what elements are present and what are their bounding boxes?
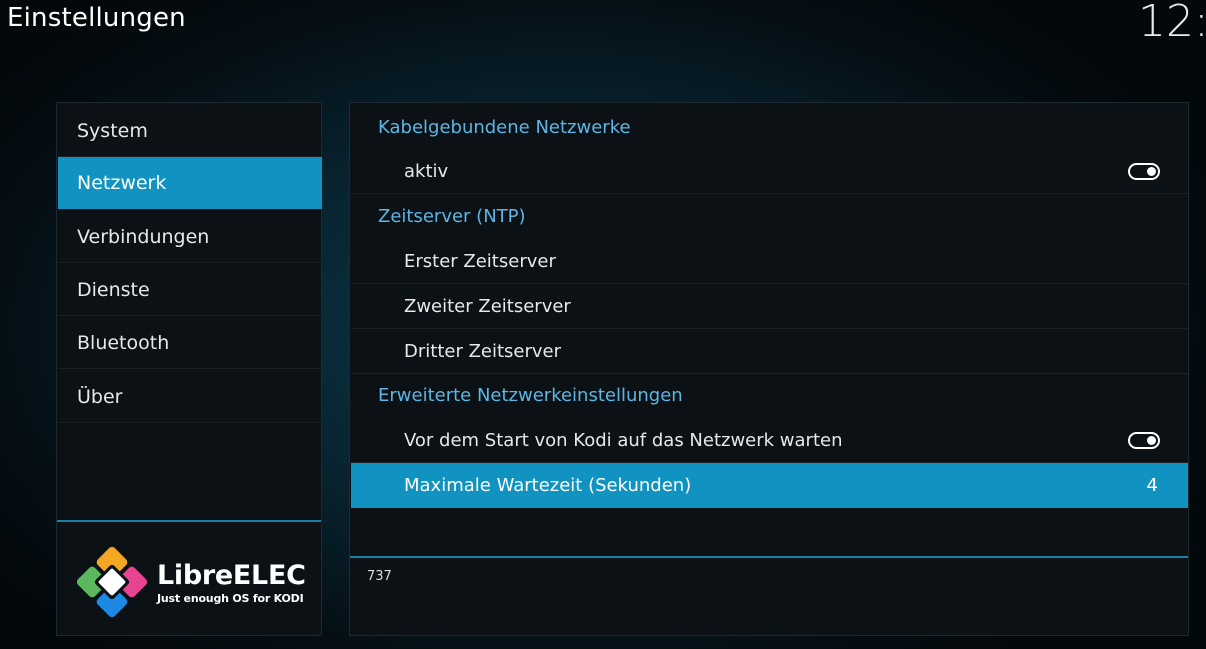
category-ntp: Zeitserver (NTP) — [351, 194, 1188, 239]
category-wired-networks: Kabelgebundene Netzwerke — [351, 105, 1188, 150]
logo-name: LibreELEC — [157, 560, 306, 591]
category-advanced-network: Erweiterte Netzwerkeinstellungen — [351, 373, 1188, 418]
setting-wait-for-network[interactable]: Vor dem Start von Kodi auf das Netzwerk … — [351, 418, 1188, 463]
sidebar-item-label: Über — [77, 386, 123, 408]
toggle-knob — [1147, 167, 1156, 176]
page-title: Einstellungen — [7, 3, 186, 33]
setting-first-timeserver[interactable]: Erster Zeitserver — [351, 239, 1188, 284]
setting-max-wait-time[interactable]: Maximale Wartezeit (Sekunden) 4 — [351, 463, 1188, 508]
category-label: Erweiterte Netzwerkeinstellungen — [378, 385, 683, 406]
description-divider — [350, 556, 1188, 558]
toggle-switch-icon[interactable] — [1128, 432, 1160, 449]
setting-label: Vor dem Start von Kodi auf das Netzwerk … — [404, 430, 843, 451]
sidebar-item-netzwerk[interactable]: Netzwerk — [58, 157, 322, 209]
sidebar-item-dienste[interactable]: Dienste — [58, 264, 322, 316]
setting-third-timeserver[interactable]: Dritter Zeitserver — [351, 329, 1188, 374]
sidebar-item-bluetooth[interactable]: Bluetooth — [58, 317, 322, 369]
toggle-switch-icon[interactable] — [1128, 163, 1160, 180]
sidebar-item-label: Netzwerk — [77, 172, 167, 194]
category-label: Kabelgebundene Netzwerke — [378, 117, 631, 138]
libreelec-logo-icon — [77, 547, 147, 617]
settings-panel: Kabelgebundene Netzwerke aktiv Zeitserve… — [349, 102, 1189, 636]
logo-text: LibreELEC Just enough OS for KODI — [157, 561, 306, 607]
setting-label: aktiv — [404, 161, 449, 182]
setting-aktiv[interactable]: aktiv — [351, 149, 1188, 194]
setting-label: Dritter Zeitserver — [404, 341, 562, 362]
sidebar-item-label: Verbindungen — [77, 226, 210, 248]
setting-label: Zweiter Zeitserver — [404, 296, 571, 317]
sidebar-item-label: Bluetooth — [77, 332, 170, 354]
logo-tagline: Just enough OS for KODI — [157, 592, 304, 605]
sidebar-item-label: Dienste — [77, 279, 150, 301]
sidebar-item-system[interactable]: System — [58, 105, 322, 157]
setting-label: Maximale Wartezeit (Sekunden) — [404, 475, 692, 496]
toggle-knob — [1147, 436, 1156, 445]
setting-label: Erster Zeitserver — [404, 251, 556, 272]
setting-second-timeserver[interactable]: Zweiter Zeitserver — [351, 284, 1188, 329]
sidebar-item-verbindungen[interactable]: Verbindungen — [58, 211, 322, 263]
category-label: Zeitserver (NTP) — [378, 206, 526, 227]
sidebar-item-ueber[interactable]: Über — [58, 371, 322, 423]
setting-description: 737 — [367, 569, 392, 584]
setting-value: 4 — [1146, 475, 1158, 496]
sidebar-item-label: System — [77, 120, 148, 142]
clock: 12:0 — [1138, 0, 1206, 47]
sidebar-divider — [57, 520, 321, 522]
sidebar: System Netzwerk Verbindungen Dienste Blu… — [56, 102, 322, 636]
